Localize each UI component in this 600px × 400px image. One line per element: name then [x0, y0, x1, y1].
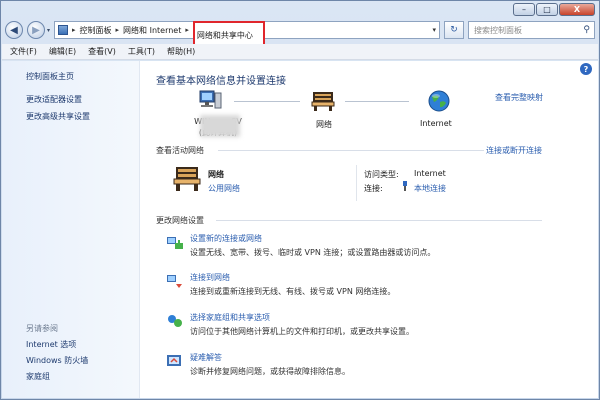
task-homegroup-sharing[interactable]: 选择家庭组和共享选项 访问位于其他网络计算机上的文件和打印机，或更改共享设置。: [166, 312, 546, 340]
search-icon[interactable]: ⚲: [583, 25, 590, 35]
close-button[interactable]: X: [559, 3, 595, 16]
network-type-link[interactable]: 公用网络: [208, 183, 240, 194]
window: – □ X ◀ ▶ ▾ ▸ 控制面板 ▸ 网络和 Internet ▸ 网络和共…: [0, 0, 600, 400]
redacted-area: [200, 115, 240, 137]
address-dropdown-icon[interactable]: ▾: [433, 26, 437, 34]
connection-line: [234, 101, 300, 102]
task-new-connection[interactable]: 设置新的连接或网络 设置无线、宽带、拨号、临时或 VPN 连接；或设置路由器或访…: [166, 233, 546, 261]
control-panel-icon: [58, 25, 69, 35]
network-label: 网络: [316, 120, 332, 129]
section-divider: [218, 150, 484, 151]
local-connection-link[interactable]: 本地连接: [414, 183, 446, 194]
maximize-button[interactable]: □: [536, 3, 558, 16]
ethernet-icon: [402, 181, 408, 191]
troubleshoot-icon: [167, 355, 181, 366]
full-map-link[interactable]: 查看完整映射: [495, 92, 543, 103]
sidebar-item-advanced-sharing[interactable]: 更改高级共享设置: [26, 111, 90, 122]
computer-node: [196, 89, 226, 115]
sidebar-item-adapter-settings[interactable]: 更改适配器设置: [26, 94, 82, 105]
sidebar-item-windows-firewall[interactable]: Windows 防火墙: [26, 355, 88, 366]
vertical-divider: [356, 165, 357, 201]
change-settings-label: 更改网络设置: [156, 216, 204, 225]
internet-label: Internet: [420, 119, 452, 128]
history-dropdown-icon[interactable]: ▾: [47, 27, 50, 34]
access-type-label: 访问类型:: [364, 170, 399, 179]
task-description: 连接到或重新连接到无线、有线、拨号或 VPN 网络连接。: [190, 287, 396, 296]
active-network-icon-wrap: [170, 165, 204, 195]
task-title[interactable]: 选择家庭组和共享选项: [190, 312, 270, 323]
task-description: 诊断并修复网络问题，或获得故障排除信息。: [190, 367, 350, 376]
bench-icon: [173, 167, 201, 191]
connection-line: [345, 101, 409, 102]
new-connection-icon: [167, 237, 183, 249]
breadcrumb-separator-icon[interactable]: ▸: [185, 26, 189, 34]
globe-icon: [428, 90, 450, 112]
menu-edit[interactable]: 编辑(E): [49, 46, 76, 57]
breadcrumb-network-internet[interactable]: 网络和 Internet: [123, 25, 181, 36]
content-area: 控制面板主页 更改适配器设置 更改高级共享设置 另请参阅 Internet 选项…: [2, 61, 598, 398]
network-node[interactable]: [308, 89, 338, 115]
menu-file[interactable]: 文件(F): [10, 46, 37, 57]
menu-bar: 文件(F) 编辑(E) 查看(V) 工具(T) 帮助(H): [2, 44, 598, 60]
sidebar-item-control-panel-home[interactable]: 控制面板主页: [26, 71, 74, 82]
computer-icon: [199, 90, 222, 109]
breadcrumb-separator-icon[interactable]: ▸: [116, 26, 120, 34]
access-type-value: Internet: [414, 169, 446, 178]
menu-help[interactable]: 帮助(H): [167, 46, 195, 57]
task-description: 访问位于其他网络计算机上的文件和打印机，或更改共享设置。: [190, 327, 414, 336]
connect-network-icon: [167, 275, 182, 288]
main-panel: ? 查看基本网络信息并设置连接 查看完整映射 网络 Internet 查看活动网…: [140, 61, 598, 398]
task-connect-network[interactable]: 连接到网络 连接到或重新连接到无线、有线、拨号或 VPN 网络连接。: [166, 272, 546, 300]
sidebar-item-internet-options[interactable]: Internet 选项: [26, 339, 76, 350]
breadcrumb-separator-icon[interactable]: ▸: [72, 26, 76, 34]
help-icon[interactable]: ?: [580, 63, 592, 75]
task-description: 设置无线、宽带、拨号、临时或 VPN 连接；或设置路由器或访问点。: [190, 248, 436, 257]
address-row: ◀ ▶ ▾ ▸ 控制面板 ▸ 网络和 Internet ▸ 网络和共享中心 ▾ …: [5, 19, 595, 49]
address-bar[interactable]: ▸ 控制面板 ▸ 网络和 Internet ▸ 网络和共享中心 ▾: [54, 21, 441, 49]
sidebar: 控制面板主页 更改适配器设置 更改高级共享设置 另请参阅 Internet 选项…: [2, 61, 140, 398]
section-divider: [216, 220, 542, 221]
refresh-button[interactable]: ↻: [444, 21, 465, 39]
internet-node[interactable]: [426, 89, 452, 115]
connections-label: 连接:: [364, 184, 383, 193]
task-title[interactable]: 疑难解答: [190, 352, 222, 363]
active-networks-label: 查看活动网络: [156, 146, 204, 155]
task-title[interactable]: 设置新的连接或网络: [190, 233, 262, 244]
bench-icon: [311, 92, 335, 111]
minimize-button[interactable]: –: [513, 3, 535, 16]
active-network-name: 网络: [208, 170, 224, 179]
see-also-title: 另请参阅: [26, 324, 58, 333]
search-input[interactable]: 搜索控制面板 ⚲: [468, 21, 595, 39]
sidebar-item-homegroup[interactable]: 家庭组: [26, 371, 50, 382]
homegroup-icon: [168, 315, 182, 327]
search-placeholder: 搜索控制面板: [474, 25, 523, 35]
forward-button[interactable]: ▶: [27, 21, 45, 39]
page-title: 查看基本网络信息并设置连接: [156, 76, 286, 87]
breadcrumb-control-panel[interactable]: 控制面板: [80, 25, 112, 36]
menu-tools[interactable]: 工具(T): [128, 46, 155, 57]
menu-view[interactable]: 查看(V): [88, 46, 116, 57]
task-title[interactable]: 连接到网络: [190, 272, 230, 283]
connect-disconnect-link[interactable]: 连接或断开连接: [486, 145, 542, 156]
back-button[interactable]: ◀: [5, 21, 23, 39]
window-controls: – □ X: [513, 3, 595, 16]
task-troubleshoot[interactable]: 疑难解答 诊断并修复网络问题，或获得故障排除信息。: [166, 352, 546, 380]
